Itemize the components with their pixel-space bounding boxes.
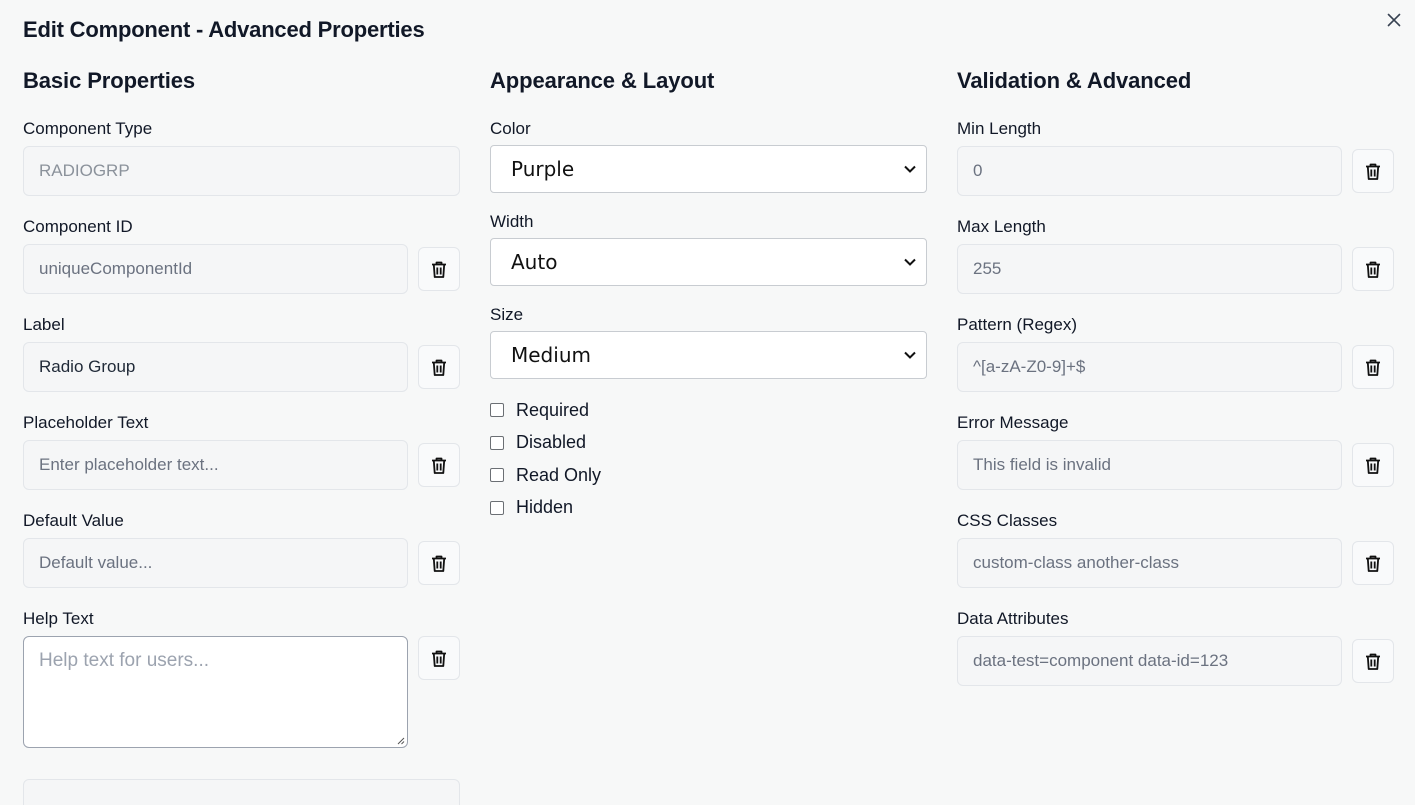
checkbox-box[interactable] — [490, 468, 504, 482]
label-input[interactable]: Radio Group — [23, 342, 408, 392]
field-component-type: Component Type RADIOGRP — [23, 118, 460, 196]
component-id-input[interactable]: uniqueComponentId — [23, 244, 408, 294]
field-pattern: Pattern (Regex) ^[a-zA-Z0-9]+$ — [957, 314, 1394, 392]
chevron-down-icon — [904, 165, 916, 173]
section-title-appearance: Appearance & Layout — [490, 68, 715, 93]
close-icon — [1387, 13, 1401, 27]
color-select-value: Purple — [511, 157, 575, 181]
delete-data-attributes-button[interactable] — [1352, 639, 1394, 683]
placeholder-text-label: Placeholder Text — [23, 413, 149, 432]
checkbox-box[interactable] — [490, 435, 504, 450]
css-classes-label: CSS Classes — [957, 511, 1058, 530]
trash-icon — [1366, 261, 1380, 278]
checkbox-label-disabled: Disabled — [516, 432, 587, 452]
data-attributes-label: Data Attributes — [957, 609, 1069, 628]
trash-icon — [1366, 555, 1380, 572]
help-text-textarea[interactable]: Help text for users... — [23, 636, 408, 748]
chevron-down-icon — [904, 258, 916, 266]
default-value-label: Default Value — [23, 511, 124, 530]
size-label: Size — [490, 305, 524, 324]
field-help-text: Help Text Help text for users... — [23, 608, 460, 748]
delete-min-length-button[interactable] — [1352, 149, 1394, 193]
trash-icon — [432, 650, 446, 667]
field-css-classes: CSS Classes custom-class another-class — [957, 510, 1394, 588]
max-length-label: Max Length — [957, 217, 1046, 236]
trash-icon — [432, 359, 446, 376]
delete-component-id-button[interactable] — [418, 247, 460, 291]
appearance-section: Appearance & Layout Color Purple Width A… — [490, 64, 927, 529]
field-size: Size Medium — [490, 304, 927, 379]
delete-default-value-button[interactable] — [418, 541, 460, 585]
delete-label-button[interactable] — [418, 345, 460, 389]
width-select[interactable]: Auto — [490, 238, 927, 286]
trash-icon — [1366, 359, 1380, 376]
color-select[interactable]: Purple — [490, 145, 927, 193]
checkbox-label-required: Required — [516, 399, 590, 420]
width-label: Width — [490, 212, 534, 231]
field-error-message: Error Message This field is invalid — [957, 412, 1394, 490]
delete-error-message-button[interactable] — [1352, 443, 1394, 487]
color-label: Color — [490, 119, 531, 138]
field-default-value: Default Value Default value... — [23, 510, 460, 588]
error-message-label: Error Message — [957, 413, 1069, 432]
checkbox-hidden[interactable]: Hidden — [490, 497, 927, 519]
data-attributes-input[interactable]: data-test=component data-id=123 — [957, 636, 1342, 686]
pattern-label: Pattern (Regex) — [957, 315, 1077, 334]
field-max-length: Max Length 255 — [957, 216, 1394, 294]
trash-icon — [432, 261, 446, 278]
trash-icon — [432, 555, 446, 572]
pattern-input[interactable]: ^[a-zA-Z0-9]+$ — [957, 342, 1342, 392]
min-length-input[interactable]: 0 — [957, 146, 1342, 196]
delete-css-classes-button[interactable] — [1352, 541, 1394, 585]
section-title-validation: Validation & Advanced — [957, 68, 1192, 93]
field-min-length: Min Length 0 — [957, 118, 1394, 196]
delete-pattern-button[interactable] — [1352, 345, 1394, 389]
css-classes-input[interactable]: custom-class another-class — [957, 538, 1342, 588]
field-color: Color Purple — [490, 118, 927, 193]
field-component-id: Component ID uniqueComponentId — [23, 216, 460, 294]
delete-placeholder-button[interactable] — [418, 443, 460, 487]
checkbox-required[interactable]: Required — [490, 399, 927, 421]
validation-section: Validation & Advanced Min Length 0 Max L… — [957, 64, 1394, 706]
delete-help-text-button[interactable] — [418, 636, 460, 680]
chevron-down-icon — [904, 351, 916, 359]
dialog-title: Edit Component - Advanced Properties — [23, 17, 425, 42]
checkbox-label-read-only: Read Only — [516, 464, 602, 485]
section-title-basic: Basic Properties — [23, 68, 196, 93]
max-length-input[interactable]: 255 — [957, 244, 1342, 294]
partial-field-input[interactable] — [23, 779, 460, 805]
checkbox-disabled[interactable]: Disabled — [490, 432, 927, 454]
field-placeholder-text: Placeholder Text Enter placeholder text.… — [23, 412, 460, 490]
checkbox-box[interactable] — [490, 403, 504, 417]
trash-icon — [1366, 163, 1380, 180]
component-type-label: Component Type — [23, 119, 153, 138]
close-button[interactable] — [1382, 8, 1406, 32]
field-data-attributes: Data Attributes data-test=component data… — [957, 608, 1394, 686]
delete-max-length-button[interactable] — [1352, 247, 1394, 291]
help-text-label: Help Text — [23, 609, 94, 628]
component-id-label: Component ID — [23, 217, 133, 236]
checkbox-box[interactable] — [490, 500, 504, 515]
trash-icon — [432, 457, 446, 474]
label-field-label: Label — [23, 315, 65, 334]
component-type-input[interactable]: RADIOGRP — [23, 146, 460, 196]
trash-icon — [1366, 457, 1380, 474]
checkbox-read-only[interactable]: Read Only — [490, 464, 927, 486]
field-label: Label Radio Group — [23, 314, 460, 392]
checkbox-label-hidden: Hidden — [516, 497, 574, 517]
field-width: Width Auto — [490, 211, 927, 286]
error-message-input[interactable]: This field is invalid — [957, 440, 1342, 490]
trash-icon — [1366, 653, 1380, 670]
help-text-placeholder: Help text for users... — [39, 650, 210, 671]
resize-grip-icon[interactable] — [396, 736, 405, 745]
size-select-value: Medium — [511, 343, 591, 367]
basic-properties-section: Basic Properties Component Type RADIOGRP… — [23, 64, 460, 768]
size-select[interactable]: Medium — [490, 331, 927, 379]
default-value-input[interactable]: Default value... — [23, 538, 408, 588]
min-length-label: Min Length — [957, 119, 1042, 138]
width-select-value: Auto — [511, 250, 558, 274]
placeholder-text-input[interactable]: Enter placeholder text... — [23, 440, 408, 490]
